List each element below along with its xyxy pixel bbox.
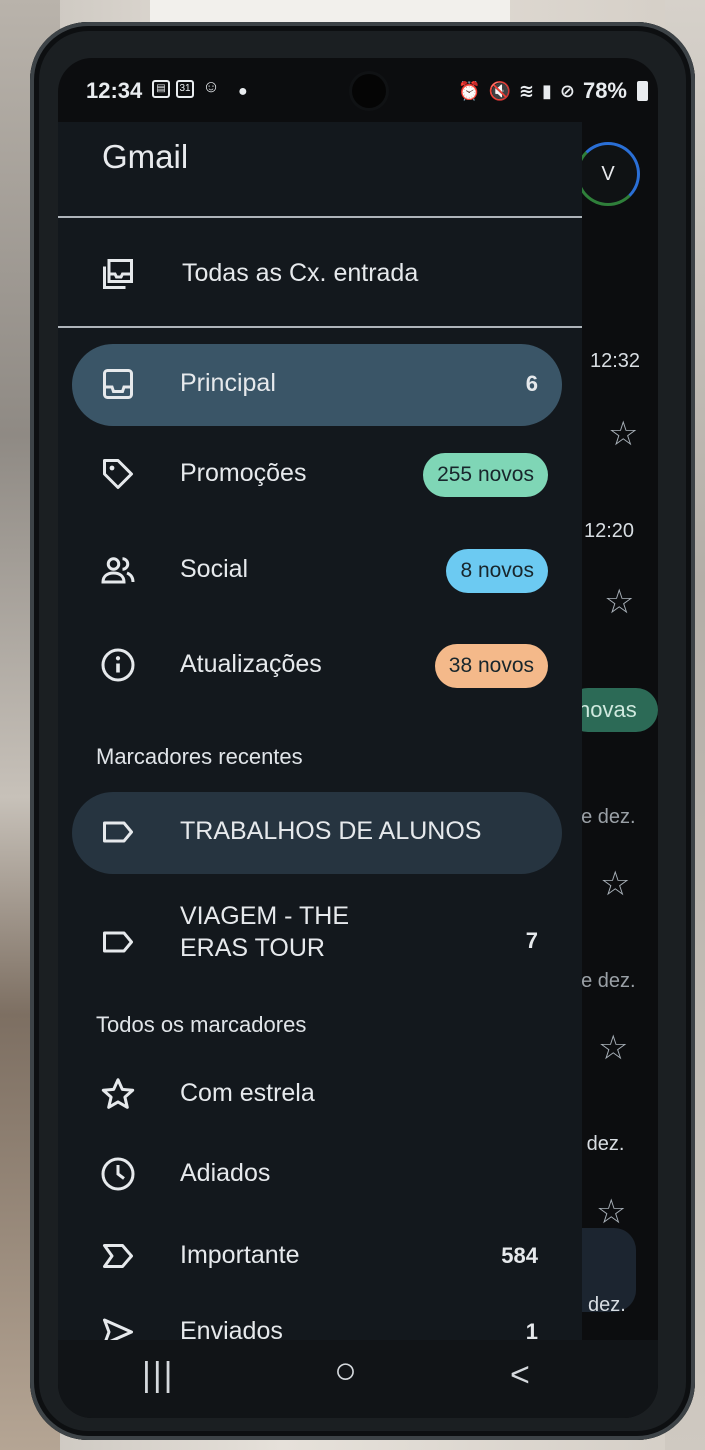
label-text: Adiados	[180, 1159, 271, 1187]
tag-icon	[103, 459, 133, 489]
label-com-estrela[interactable]: Com estrela	[72, 1054, 562, 1136]
phone-screen: 12:34 ▤ 31 ☺ ● ⏰ 🔇 ≋ ▮ ⊘ 78% V 12:32 ☆ 1…	[58, 58, 658, 1418]
signal-icon: ▮	[541, 80, 552, 101]
people-icon	[101, 557, 135, 584]
front-camera	[352, 74, 386, 108]
label-icon	[103, 821, 133, 843]
label-icon	[103, 931, 133, 953]
send-icon	[103, 1318, 133, 1340]
important-icon	[103, 1244, 133, 1268]
wifi-icon: ≋	[518, 80, 534, 101]
unread-count: 1	[525, 1319, 538, 1340]
recent-apps-button[interactable]: |||	[142, 1356, 175, 1395]
new-badge: 8 novos	[446, 549, 548, 593]
system-nav-bar: ||| ○ <	[58, 1340, 658, 1418]
label-text-line2: ERAS TOUR	[180, 934, 325, 962]
clock-icon	[101, 1157, 135, 1191]
label-text-line1: VIAGEM - THE	[180, 902, 350, 930]
more-notifications-icon: ●	[238, 83, 248, 100]
all-labels-header: Todos os marcadores	[96, 1012, 307, 1037]
star-icon[interactable]: ☆	[596, 1192, 626, 1232]
divider	[58, 326, 582, 328]
label-text: Enviados	[180, 1317, 283, 1340]
all-inboxes-icon	[103, 259, 133, 289]
label-text: Com estrela	[180, 1079, 315, 1107]
star-icon[interactable]: ☆	[598, 1028, 628, 1068]
category-atualizacoes[interactable]: Atualizações 38 novos	[72, 625, 562, 707]
category-label: Social	[180, 555, 249, 583]
star-icon[interactable]: ☆	[608, 414, 638, 454]
star-icon	[101, 1078, 135, 1109]
label-text: TRABALHOS DE ALUNOS	[180, 817, 482, 845]
back-button[interactable]: <	[510, 1356, 530, 1395]
status-time: 12:34	[86, 78, 143, 103]
home-button[interactable]: ○	[334, 1350, 357, 1393]
label-trabalhos-de-alunos[interactable]: TRABALHOS DE ALUNOS	[72, 792, 562, 874]
email-time: 12:32	[590, 350, 641, 372]
category-label: Principal	[180, 369, 276, 397]
alarm-icon: ⏰	[458, 80, 481, 101]
star-icon[interactable]: ☆	[604, 582, 634, 622]
label-viagem-the-eras-tour[interactable]: VIAGEM - THE ERAS TOUR 7	[72, 892, 562, 992]
unread-count: 7	[525, 928, 538, 953]
label-text: Importante	[180, 1241, 300, 1269]
new-badge: 255 novos	[423, 453, 548, 497]
notification-icon: ▤	[152, 80, 170, 98]
category-promocoes[interactable]: Promoções 255 novos	[72, 434, 562, 516]
dnd-icon: ⊘	[559, 80, 575, 101]
status-bar: 12:34 ▤ 31 ☺ ● ⏰ 🔇 ≋ ▮ ⊘ 78%	[58, 58, 658, 122]
all-inboxes-item[interactable]: Todas as Cx. entrada	[72, 234, 562, 316]
inbox-icon	[103, 369, 133, 399]
navigation-drawer: Gmail Todas as Cx. entrada Principal 6 P…	[58, 122, 582, 1340]
category-social[interactable]: Social 8 novos	[72, 530, 562, 612]
drawer-title: Gmail	[102, 138, 189, 175]
new-badge: 38 novos	[434, 644, 548, 688]
unread-count: 6	[525, 371, 538, 396]
category-label: Atualizações	[180, 650, 322, 678]
battery-icon	[637, 81, 648, 101]
divider	[58, 216, 582, 218]
phone-frame: 12:34 ▤ 31 ☺ ● ⏰ 🔇 ≋ ▮ ⊘ 78% V 12:32 ☆ 1…	[30, 22, 695, 1440]
category-label: Promoções	[180, 459, 307, 487]
email-date: dez.	[588, 1294, 626, 1316]
info-icon	[101, 648, 135, 682]
label-enviados[interactable]: Enviados 1	[72, 1292, 562, 1340]
category-principal[interactable]: Principal 6	[72, 344, 562, 426]
battery-percent: 78%	[582, 78, 627, 103]
label-adiados[interactable]: Adiados	[72, 1134, 562, 1216]
star-icon[interactable]: ☆	[600, 864, 630, 904]
account-avatar[interactable]: V	[576, 142, 640, 206]
app-icon: ☺	[202, 77, 220, 96]
unread-count: 584	[501, 1243, 538, 1268]
mute-icon: 🔇	[488, 80, 511, 101]
status-right: ⏰ 🔇 ≋ ▮ ⊘ 78%	[458, 78, 648, 104]
recent-labels-header: Marcadores recentes	[96, 744, 303, 769]
calendar-icon: 31	[176, 80, 194, 98]
email-time: 12:20	[584, 520, 635, 542]
all-inboxes-label: Todas as Cx. entrada	[182, 259, 419, 287]
label-importante[interactable]: Importante 584	[72, 1216, 562, 1298]
